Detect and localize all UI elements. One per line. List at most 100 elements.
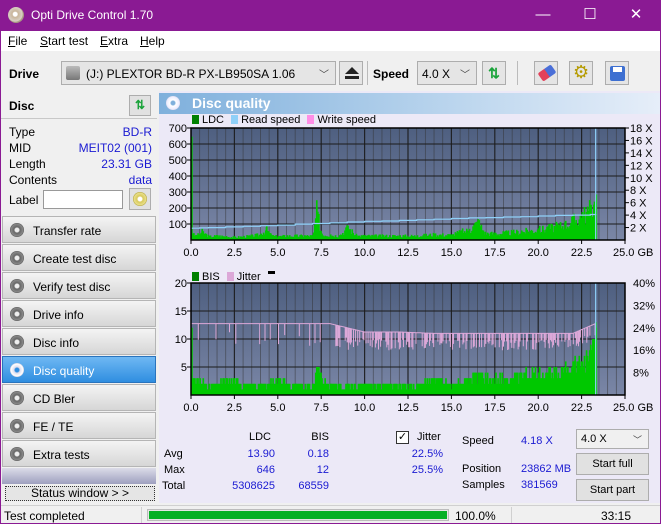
x-tick-label: 2.5: [227, 402, 242, 414]
x-tick-label: 5.0: [270, 247, 285, 259]
bis-bar: [191, 378, 194, 395]
menu-extra-label: xtra: [108, 34, 129, 48]
avg-jitter: 22.5%: [411, 448, 443, 460]
ldc-bar: [347, 225, 349, 240]
menu-extra[interactable]: Extra: [100, 34, 128, 48]
bis-bar: [329, 383, 332, 395]
max-bis: 12: [316, 464, 329, 476]
menu-file[interactable]: File: [8, 34, 27, 48]
disc-field-length: Length 23.31 GB: [9, 157, 152, 173]
test-speed-value: 4.0 X: [581, 433, 607, 445]
bis-bar: [277, 378, 280, 395]
y2-tick-label: 2 X: [630, 223, 647, 235]
maximize-button[interactable]: ☐: [567, 0, 613, 31]
nav-verify-test-disc[interactable]: Verify test disc: [2, 272, 156, 299]
bis-bar: [312, 383, 315, 395]
speed-stat-label: Speed: [462, 435, 494, 447]
avg-ldc: 13.90: [247, 448, 275, 460]
bis-bar: [572, 361, 575, 395]
y-tick-label: 700: [169, 124, 187, 135]
disc-refresh-button[interactable]: ⇅: [129, 95, 151, 116]
bis-chart: 5 10 15 20 8% 16% 24% 32% 40% 0.0 2.5 5.0 7.5 10.0 12.…: [175, 279, 655, 414]
drive-label: Drive: [9, 67, 40, 81]
nav-drive-info[interactable]: Drive info: [2, 300, 156, 327]
nav-label: Disc quality: [33, 364, 95, 378]
ldc-bar: [321, 233, 323, 240]
status-window-button[interactable]: Status window > >: [5, 486, 155, 501]
progress-fill: [149, 511, 447, 519]
status-divider: [141, 507, 142, 523]
col-header-bis: BIS: [311, 431, 329, 443]
nav-fe-te[interactable]: FE / TE: [2, 412, 156, 439]
disc-info-icon: [10, 335, 24, 349]
minimize-button[interactable]: —: [520, 0, 566, 31]
nav-extra-tests[interactable]: Extra tests: [2, 440, 156, 467]
field-key: Type: [9, 125, 36, 139]
x-tick-label: 0.0: [183, 247, 198, 259]
menu-help-accel: H: [140, 34, 149, 48]
test-speed-select[interactable]: 4.0 X ﹀: [576, 429, 649, 449]
close-button[interactable]: ✕: [613, 0, 659, 31]
x-tick-label: 17.5: [484, 402, 505, 414]
bis-bar: [581, 361, 584, 395]
label-disc-button[interactable]: [129, 188, 151, 210]
legend-swatch: [307, 115, 315, 124]
menu-help[interactable]: Help: [140, 34, 165, 48]
y2-tick-label: 4 X: [630, 210, 647, 222]
ldc-bar: [451, 234, 454, 240]
x-tick-label: 15.0: [441, 247, 462, 259]
ldc-bar: [434, 233, 436, 240]
speed-select-value: 4.0 X: [422, 67, 451, 81]
bis-bar: [486, 378, 488, 395]
refresh-icon: ⇅: [134, 98, 146, 112]
x-tick-label: 0.0: [183, 402, 198, 414]
disc-panel-header: Disc ⇅: [1, 91, 157, 119]
nav-spacer: [2, 468, 156, 484]
nav-transfer-rate[interactable]: Transfer rate: [2, 216, 156, 243]
ldc-bar: [564, 222, 566, 240]
label-input[interactable]: [43, 190, 123, 209]
legend-marker: [267, 271, 275, 274]
menu-start-test[interactable]: Start test: [40, 34, 88, 48]
ldc-bar: [520, 230, 523, 240]
create-disc-icon: [10, 251, 24, 265]
speed-select[interactable]: 4.0 X ﹀: [417, 61, 477, 85]
save-button[interactable]: [605, 61, 629, 85]
verify-disc-icon: [10, 279, 24, 293]
drive-select[interactable]: (J:) PLEXTOR BD-R PX-LB950SA 1.06 ﹀: [61, 61, 336, 85]
field-key: Contents: [9, 173, 58, 187]
nav-disc-info[interactable]: Disc info: [2, 328, 156, 355]
bis-bar: [477, 372, 480, 395]
nav-create-test-disc[interactable]: Create test disc: [2, 244, 156, 271]
field-value: BD-R: [122, 125, 152, 139]
nav-label: Verify test disc: [33, 280, 111, 294]
cd-bler-icon: [10, 391, 24, 405]
bis-bar: [503, 378, 506, 395]
settings-button[interactable]: [569, 61, 593, 85]
x-tick-label: 22.5: [571, 402, 592, 414]
toolbar-separator: [517, 61, 518, 85]
x-tick-label: 22.5: [571, 247, 592, 259]
field-value: 23.31 GB: [101, 157, 152, 171]
refresh-speed-button[interactable]: ⇅: [482, 61, 506, 85]
y2-tick-label: 6 X: [630, 198, 647, 210]
disc-quality-panel: Disc quality LDC Read speed Write speed …: [159, 91, 660, 503]
panel-header: Disc quality: [159, 93, 660, 114]
chevron-down-icon: ﹀: [632, 435, 642, 445]
ldc-bar: [329, 234, 332, 240]
x-tick-label: 5.0: [270, 402, 285, 414]
nav-label: Create test disc: [33, 252, 117, 266]
eject-button[interactable]: [339, 61, 363, 85]
ldc-bar: [468, 228, 471, 240]
start-part-button[interactable]: Start part: [576, 479, 649, 501]
erase-button[interactable]: [534, 61, 558, 85]
toolbar: Drive (J:) PLEXTOR BD-R PX-LB950SA 1.06 …: [1, 51, 660, 91]
x-tick-label: 10.0: [354, 247, 375, 259]
position-value: 23862 MB: [521, 463, 572, 475]
nav-disc-quality[interactable]: Disc quality: [2, 356, 156, 383]
nav-cd-bler[interactable]: CD Bler: [2, 384, 156, 411]
start-full-button[interactable]: Start full: [576, 453, 649, 475]
jitter-checkbox[interactable]: ✓: [396, 431, 409, 444]
y-tick-label: 600: [169, 139, 187, 151]
label-field-label: Label: [9, 193, 39, 207]
